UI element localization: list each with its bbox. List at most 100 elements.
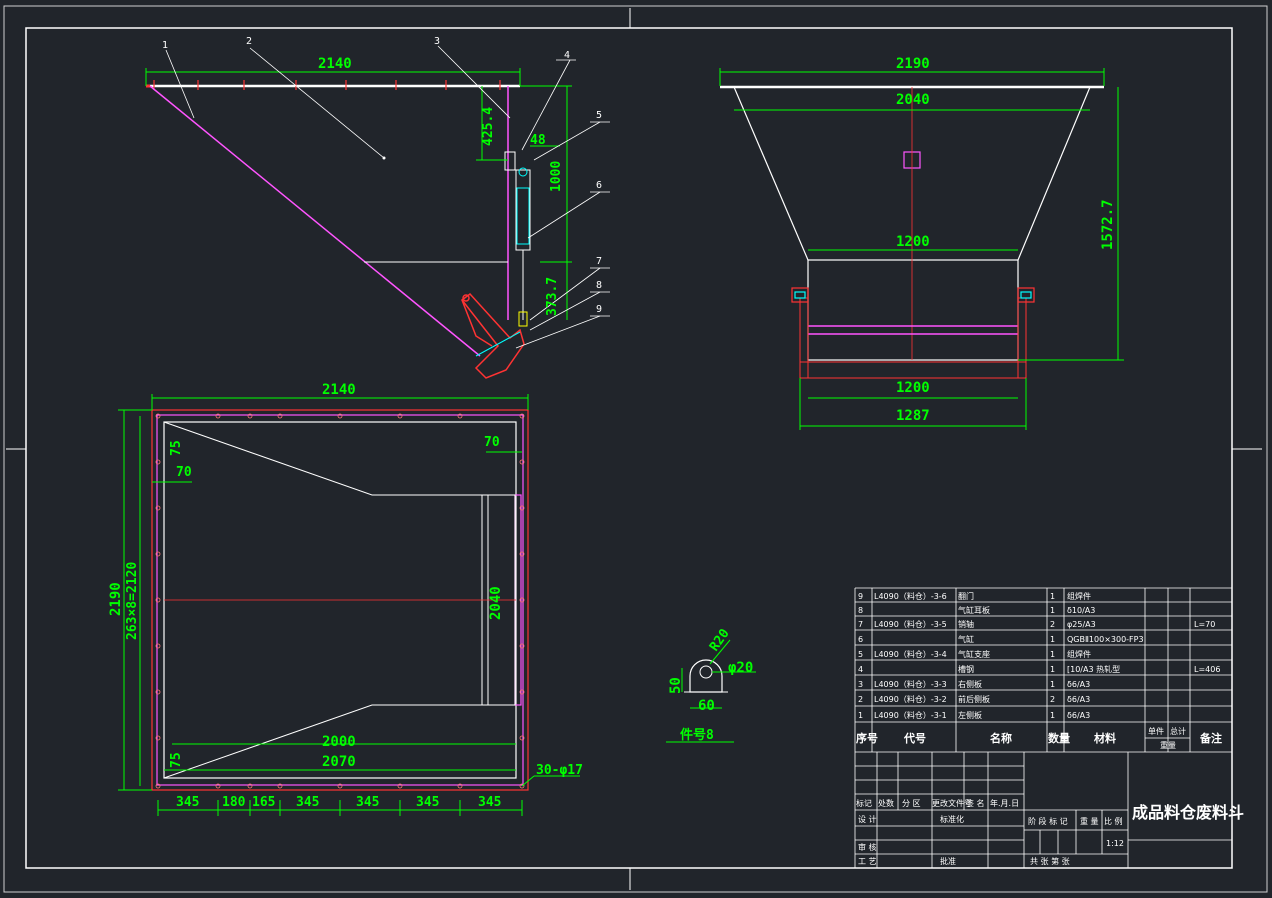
tb-weight: 重 量 [1080, 816, 1099, 826]
bom-row-mat: QGBⅡ100×300-FP3 [1067, 635, 1144, 644]
bom-row-no: 4 [858, 665, 863, 674]
bom-header-qty: 数量 [1048, 731, 1070, 745]
bom-row-qty: 1 [1050, 665, 1055, 674]
detail-phi: φ20 [728, 660, 753, 676]
bom-row-qty: 1 [1050, 606, 1055, 615]
bom-row-mat: 组焊件 [1067, 591, 1091, 601]
dim-plan-b4: 345 [296, 795, 319, 810]
dim-side-bottom: 1200 [896, 380, 930, 396]
leader-2: 2 [246, 36, 252, 47]
bom-row-qty: 1 [1050, 650, 1055, 659]
dim-plan-inner: 2040 [488, 586, 504, 620]
bom-row-code: L4090（料仓）-3-1 [874, 710, 947, 720]
rev-label-zone: 分 区 [902, 799, 921, 808]
dim-front-425: 425.4 [481, 107, 496, 146]
dim-front-373: 373.7 [545, 277, 560, 316]
bom-row-name: 右侧板 [958, 679, 982, 689]
bom-header-code: 代号 [903, 731, 926, 745]
dim-plan-b7: 345 [478, 795, 501, 810]
bom-row-code: L4090（料仓）-3-5 [874, 619, 947, 629]
dim-plan-b3: 165 [252, 795, 275, 810]
bom-header-weight: 重量 [1160, 740, 1176, 750]
dim-side-height: 1572.7 [1100, 199, 1116, 250]
leader-7: 7 [596, 256, 602, 267]
bom-row-qty: 1 [1050, 592, 1055, 601]
dim-plan-b6: 345 [416, 795, 439, 810]
dim-side-second: 2040 [896, 92, 930, 108]
tb-process: 工 艺 [858, 857, 877, 866]
bom-row-mat: [10/A3 热轧型 [1067, 664, 1120, 674]
detail-view: R20 φ20 50 60 件号8 [666, 626, 756, 743]
bom-row-no: 9 [858, 592, 863, 601]
tb-check: 审 核 [858, 842, 877, 852]
leader-4: 4 [564, 50, 570, 61]
dim-plan-b2: 180 [222, 795, 246, 810]
tb-sheets: 共 张 第 张 [1030, 856, 1070, 866]
tb-ratio: 比 例 [1104, 816, 1123, 826]
bom-row-name: 翻门 [958, 591, 974, 601]
bom-row-no: 1 [858, 711, 863, 720]
tb-approve: 批准 [940, 856, 956, 866]
bom-header-no: 序号 [856, 731, 878, 745]
detail-caption: 件号8 [680, 727, 714, 743]
bom-row-name: 左侧板 [958, 710, 982, 720]
dim-side-mid: 1200 [896, 234, 930, 250]
leader-5: 5 [596, 110, 602, 121]
rev-label-sign: 签 名 [966, 798, 985, 808]
bom-row-no: 6 [858, 635, 863, 644]
bom-row-code: L4090（料仓）-3-3 [874, 679, 947, 689]
bom-row-mat: δ6/A3 [1067, 711, 1090, 720]
leader-6: 6 [596, 180, 602, 191]
tb-std: 标准化 [940, 814, 964, 824]
dim-plan-2070: 2070 [322, 754, 356, 770]
bom-row-code: L4090（料仓）-3-6 [874, 591, 947, 601]
detail-w: 60 [698, 698, 715, 714]
bom-row-mat: 组焊件 [1067, 649, 1091, 659]
rev-label-count: 处数 [878, 798, 894, 808]
bom-row-mat: δ6/A3 [1067, 695, 1090, 704]
dim-plan-b1: 345 [176, 795, 199, 810]
drawing-title: 成品料仓废料斗 [1132, 803, 1244, 822]
bom-row-qty: 2 [1050, 620, 1055, 629]
title-block: 标记 处数 分 区 更改文件号 签 名 年.月.日 设 计 标准化 审 核 工 … [855, 752, 1244, 869]
plan-view: 2140 2190 263×8=2120 2040 75 70 70 75 20… [108, 382, 583, 816]
drawing-canvas: 2140 425.4 4 8 1000 373.7 1 2 3 4 5 6 7 8… [3, 5, 1268, 893]
dim-plan-height: 2190 [108, 582, 124, 616]
bom-header-name: 名称 [990, 731, 1012, 745]
bom-row-name: 槽钢 [958, 664, 974, 674]
bom-row-qty: 2 [1050, 695, 1055, 704]
dim-side-top: 2190 [896, 56, 930, 72]
bom-header-mat: 材料 [1094, 731, 1116, 745]
detail-h: 50 [668, 677, 684, 694]
bom-row-mat: φ25/A3 [1067, 620, 1096, 629]
bom-header-note: 备注 [1199, 731, 1222, 745]
side-view: 2190 2040 1200 1572.7 1200 1287 [719, 56, 1124, 430]
tb-scale: 1:12 [1106, 839, 1124, 848]
dim-plan-70b: 70 [484, 435, 500, 450]
dim-front-1000: 1000 [549, 161, 564, 192]
bom-row-note: L=70 [1194, 620, 1215, 629]
rev-label-mark: 标记 [856, 798, 872, 808]
bom-row-no: 8 [858, 606, 863, 615]
bom-row-mat: δ6/A3 [1067, 680, 1090, 689]
bom-row-note: L=406 [1194, 665, 1220, 674]
bom-row-name: 气缸耳板 [958, 605, 990, 615]
leader-3: 3 [434, 36, 440, 47]
dim-plan-70a: 70 [176, 465, 192, 480]
tb-stage: 阶 段 标 记 [1028, 816, 1068, 826]
dim-front-width: 2140 [318, 56, 352, 72]
tb-design: 设 计 [858, 814, 877, 824]
bom-row-no: 5 [858, 650, 863, 659]
dim-plan-b5: 345 [356, 795, 379, 810]
leader-8: 8 [596, 280, 602, 291]
bom-row-name: 销轴 [958, 619, 974, 629]
sheet-frame [3, 5, 1268, 893]
bom-rows: 9 L4090（料仓）-3-6 翻门 1 组焊件 8 气缸耳板 1 δ10/A3… [858, 591, 1220, 720]
leader-9: 9 [596, 304, 602, 315]
rev-label-date: 年.月.日 [990, 798, 1019, 808]
hole-note: 30-φ17 [536, 763, 583, 778]
dim-side-base: 1287 [896, 408, 930, 424]
front-view: 2140 425.4 48 1000 373.7 1 2 3 4 5 6 7 8… [145, 36, 610, 379]
dim-plan-75b: 75 [169, 752, 184, 768]
dim-plan-75a: 75 [169, 440, 184, 456]
